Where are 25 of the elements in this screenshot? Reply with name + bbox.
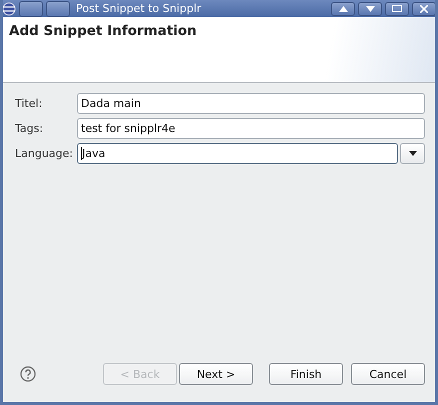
dialog-button[interactable]: Cancel: [351, 363, 425, 385]
text-field[interactable]: Dada main: [77, 93, 425, 114]
minimize-button[interactable]: [46, 0, 70, 16]
close-button[interactable]: [412, 2, 435, 16]
maximize-icon: [392, 5, 402, 12]
caret-icon: [408, 151, 416, 156]
window-title: Post Snippet to Snipplr: [76, 2, 202, 15]
help-icon[interactable]: [20, 366, 36, 382]
dialog-button[interactable]: Next >: [179, 363, 253, 385]
shade-button[interactable]: [331, 2, 355, 16]
up-arrow-icon: [338, 6, 348, 12]
globe-icon: [3, 2, 16, 16]
unshade-button[interactable]: [358, 2, 382, 16]
field-label: Tags:: [15, 122, 44, 135]
dialog-button[interactable]: Finish: [269, 363, 343, 385]
field-label: Language:: [15, 147, 74, 160]
page-heading: Add Snippet Information: [9, 23, 197, 39]
text-field[interactable]: test for snipplr4e: [77, 118, 425, 139]
window-menu-button[interactable]: [19, 0, 43, 16]
close-icon: [420, 4, 428, 12]
combo-field[interactable]: Java: [77, 143, 398, 164]
dropdown-button[interactable]: [400, 143, 425, 164]
field-label: Titel:: [15, 97, 44, 110]
down-arrow-icon: [366, 6, 374, 12]
maximize-button[interactable]: [385, 2, 409, 16]
